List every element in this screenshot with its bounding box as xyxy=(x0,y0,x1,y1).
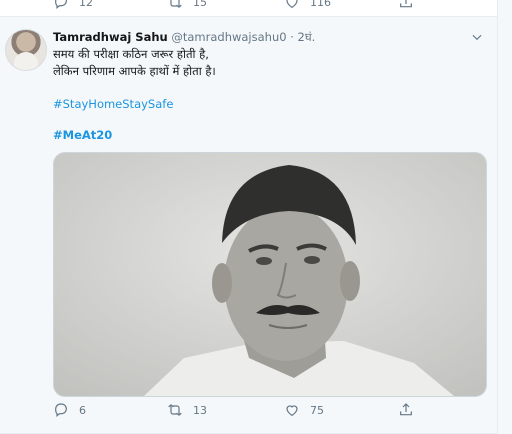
previous-tweet-actions: 12 15 116 xyxy=(0,0,497,17)
like-button[interactable]: 75 xyxy=(284,402,324,418)
tweet-menu-button[interactable] xyxy=(470,29,484,48)
hashtag-link[interactable]: #StayHomeStaySafe xyxy=(53,97,173,111)
retweet-button[interactable]: 15 xyxy=(167,0,207,10)
tweet-photo[interactable] xyxy=(53,152,487,397)
tweet[interactable]: Tamradhwaj Sahu @tamradhwajsahu0 · 2घं. … xyxy=(0,17,497,434)
share-icon xyxy=(400,403,412,416)
author-name[interactable]: Tamradhwaj Sahu xyxy=(53,30,168,44)
like-icon xyxy=(286,405,298,417)
reply-icon xyxy=(55,0,67,9)
share-button[interactable] xyxy=(398,402,414,418)
share-button[interactable] xyxy=(398,0,414,10)
portrait-photo xyxy=(54,153,486,396)
like-count: 116 xyxy=(310,0,331,9)
tweet-text-line: समय की परीक्षा कठिन जरूर होती है, xyxy=(53,47,209,61)
chevron-down-icon xyxy=(472,34,482,41)
retweet-count: 13 xyxy=(193,403,207,417)
retweet-icon xyxy=(168,404,182,416)
tweet-text-line: लेकिन परिणाम आपके हाथों में होता है। xyxy=(53,64,216,78)
reply-button[interactable]: 6 xyxy=(53,402,86,418)
timeline: 12 15 116 Tamradhwaj Sahu @tamradhwajsah… xyxy=(0,0,498,434)
author-handle[interactable]: @tamradhwajsahu0 xyxy=(171,30,286,44)
reply-count: 6 xyxy=(79,403,86,417)
retweet-icon xyxy=(170,0,182,8)
like-button[interactable]: 116 xyxy=(284,0,331,10)
retweet-count: 15 xyxy=(193,0,207,9)
reply-button[interactable]: 12 xyxy=(53,0,93,10)
avatar[interactable] xyxy=(5,29,47,71)
reply-count: 12 xyxy=(79,0,93,9)
share-icon xyxy=(400,0,412,8)
reply-icon xyxy=(55,403,67,417)
timestamp[interactable]: 2घं. xyxy=(298,30,316,44)
hashtag-link[interactable]: #MeAt20 xyxy=(53,128,112,142)
retweet-button[interactable]: 13 xyxy=(167,402,207,418)
like-icon xyxy=(286,0,298,9)
tweet-header: Tamradhwaj Sahu @tamradhwajsahu0 · 2घं. xyxy=(53,30,315,45)
like-count: 75 xyxy=(310,403,324,417)
separator: · xyxy=(290,30,294,44)
